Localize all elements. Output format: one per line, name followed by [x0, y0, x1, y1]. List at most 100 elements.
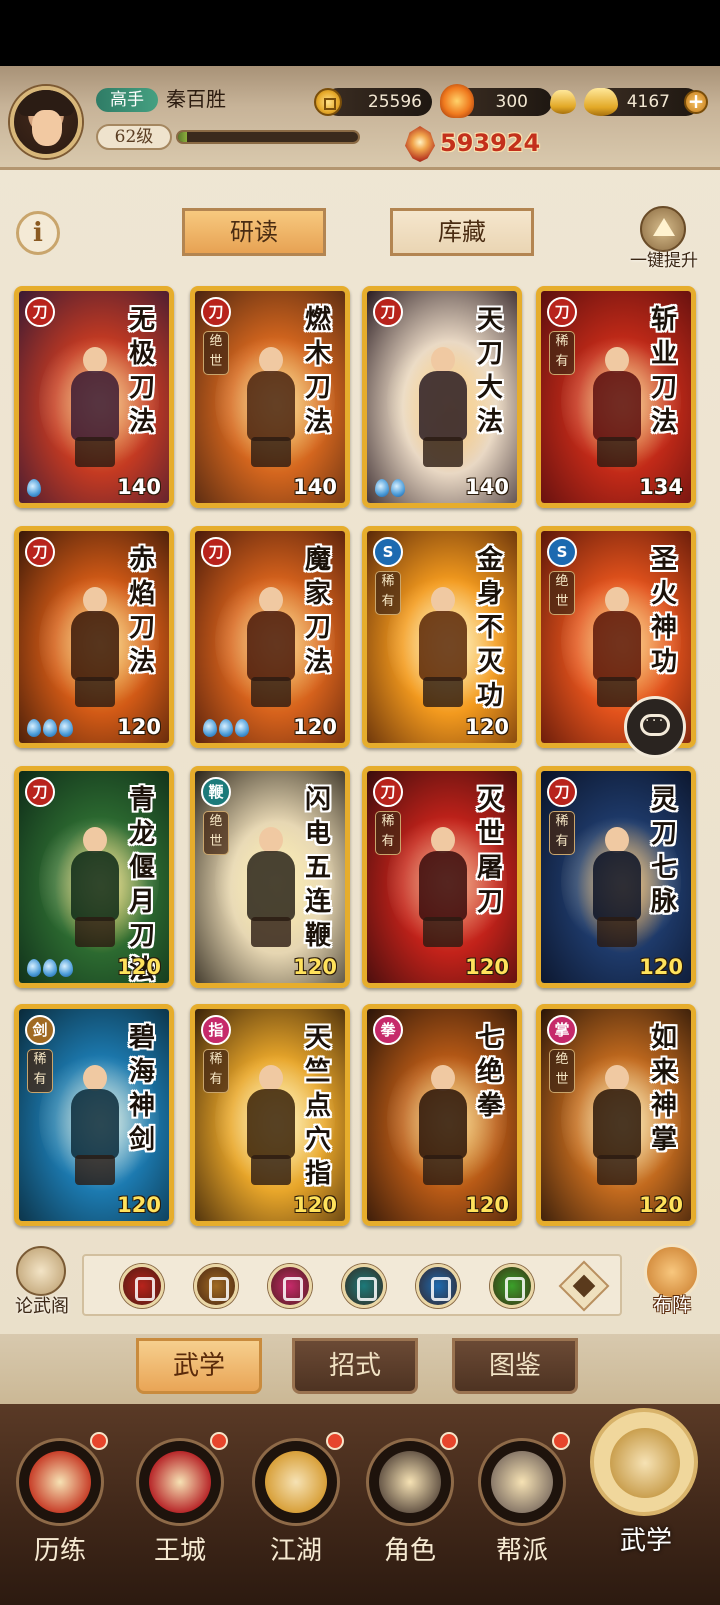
nav-item[interactable]: 王城 [128, 1424, 240, 1594]
martial-artist-figure [241, 587, 301, 707]
status-bar [0, 0, 720, 66]
all-schools-filter-icon[interactable] [558, 1260, 610, 1312]
skill-card[interactable]: 赤焰刀法 刀 120 [14, 526, 174, 748]
combat-power-icon [405, 126, 435, 162]
formation-button[interactable]: 布阵 [630, 1244, 714, 1324]
star-drops [27, 719, 73, 737]
blade-type-icon: 刀 [201, 537, 231, 567]
skill-card[interactable]: 青龙偃月刀法刀 120 [14, 766, 174, 988]
nav-item[interactable]: 帮派 [470, 1424, 582, 1594]
add-gold-button[interactable]: + [684, 90, 708, 114]
martial-artist-figure [65, 347, 125, 467]
figure-legs [423, 437, 463, 467]
taiji-filter-icon[interactable] [416, 1264, 460, 1308]
skill-card[interactable]: 斩业刀法 刀稀有 134 [536, 286, 696, 508]
skill-card-title: 灵刀七脉 [650, 785, 677, 917]
figure-legs [423, 1155, 463, 1185]
sword-type-icon: 剑 [25, 1015, 55, 1045]
nav-item[interactable]: 江湖 [244, 1424, 356, 1594]
figure-legs [423, 677, 463, 707]
figure-legs [423, 917, 463, 947]
blade-filter-icon[interactable] [120, 1264, 164, 1308]
blade-type-icon: 刀 [373, 297, 403, 327]
sword-filter-icon[interactable] [194, 1264, 238, 1308]
skill-card[interactable]: 七绝拳 拳 120 [362, 1004, 522, 1226]
force-type-icon: S [547, 537, 577, 567]
fan-filter-icon[interactable] [342, 1264, 386, 1308]
nav-item[interactable]: 武学 [590, 1408, 702, 1578]
skill-card-title: 闪电五连鞭 [304, 785, 331, 951]
rarity-badge: 稀有 [549, 811, 575, 855]
nav-item-emblem [610, 1428, 680, 1498]
spiral-filter-icon[interactable] [490, 1264, 534, 1308]
info-button[interactable]: i [16, 211, 60, 255]
rarity-badge: 绝世 [549, 571, 575, 615]
skill-card[interactable]: 魔家刀法 刀 120 [190, 526, 350, 748]
fist-filter-icon[interactable] [268, 1264, 312, 1308]
martial-artist-figure [413, 347, 473, 467]
exp-bar-fill [178, 132, 187, 142]
figure-head [83, 587, 107, 613]
skill-card[interactable]: 金身不灭功 S 稀有 120 [362, 526, 522, 748]
skill-card[interactable]: 灭世屠刀 刀稀有 120 [362, 766, 522, 988]
player-level: 62级 [96, 124, 172, 150]
skill-card[interactable]: 碧海神剑 剑稀有 120 [14, 1004, 174, 1226]
tab-collection[interactable]: 库藏 [390, 208, 534, 256]
skill-card[interactable]: 如来神掌 掌绝世 120 [536, 1004, 696, 1226]
figure-body [419, 611, 467, 681]
skill-card-title: 天竺点穴指 [304, 1023, 331, 1189]
figure-legs [251, 437, 291, 467]
martial-artist-figure [413, 827, 473, 947]
water-drop-icon [219, 719, 233, 737]
rarity-badge: 稀有 [375, 811, 401, 855]
water-drop-icon [235, 719, 249, 737]
skill-card-level: 134 [639, 475, 683, 499]
skill-card-level: 120 [293, 955, 337, 979]
skill-card-title: 魔家刀法 [304, 545, 331, 677]
skill-card-title: 七绝拳 [476, 1023, 503, 1121]
skill-card[interactable]: 无极刀法 刀 140 [14, 286, 174, 508]
subtab-wuxue[interactable]: 武学 [136, 1338, 262, 1394]
figure-legs [251, 1155, 291, 1185]
tab-study[interactable]: 研读 [182, 208, 326, 256]
lunwuge-button[interactable]: 论武阁 [6, 1246, 78, 1322]
skill-card[interactable]: 燃木刀法 刀绝世 140 [190, 286, 350, 508]
nav-item[interactable]: 历练 [8, 1424, 120, 1594]
skill-card-level: 120 [465, 1193, 509, 1217]
martial-artist-figure [241, 1065, 301, 1185]
rarity-badge: 稀有 [203, 1049, 229, 1093]
sub-tab-bar: 武学 招式 图鉴 [0, 1334, 720, 1404]
skill-card[interactable]: 天竺点穴指 指稀有 120 [190, 1004, 350, 1226]
figure-head [431, 347, 455, 373]
fist-type-icon: 拳 [373, 1015, 403, 1045]
nav-item-emblem [149, 1451, 211, 1513]
rarity-badge: 稀有 [375, 571, 401, 615]
one-click-upgrade-button[interactable]: 一键提升 [618, 206, 710, 272]
skill-card[interactable]: 闪电五连鞭 鞭绝世 120 [190, 766, 350, 988]
skill-card-title: 圣火神功 [650, 545, 677, 677]
skill-card-level: 120 [293, 1193, 337, 1217]
figure-body [71, 1089, 119, 1159]
nav-item-ring [590, 1408, 698, 1516]
copper-amount: 25596 [367, 92, 422, 112]
skill-card-level: 140 [293, 475, 337, 499]
blade-type-icon: 刀 [373, 777, 403, 807]
player-avatar[interactable] [10, 86, 82, 158]
skill-card-level: 120 [639, 1193, 683, 1217]
player-rank-tag: 高手 [96, 88, 158, 112]
chat-button[interactable] [624, 696, 686, 758]
nav-item-ring [252, 1438, 340, 1526]
subtab-zhaoshi[interactable]: 招式 [292, 1338, 418, 1394]
nav-item[interactable]: 角色 [358, 1424, 470, 1594]
blade-type-icon: 刀 [25, 777, 55, 807]
martial-artist-figure [65, 827, 125, 947]
star-drops [27, 479, 41, 497]
figure-head [83, 1065, 107, 1091]
subtab-tujian[interactable]: 图鉴 [452, 1338, 578, 1394]
water-drop-icon [27, 959, 41, 977]
skill-card[interactable]: 天刀大法 刀 140 [362, 286, 522, 508]
skill-card[interactable]: 灵刀七脉 刀稀有 120 [536, 766, 696, 988]
martial-artist-figure [413, 587, 473, 707]
filter-row: 论武阁 布阵 [0, 1244, 720, 1324]
rarity-badge: 稀有 [27, 1049, 53, 1093]
